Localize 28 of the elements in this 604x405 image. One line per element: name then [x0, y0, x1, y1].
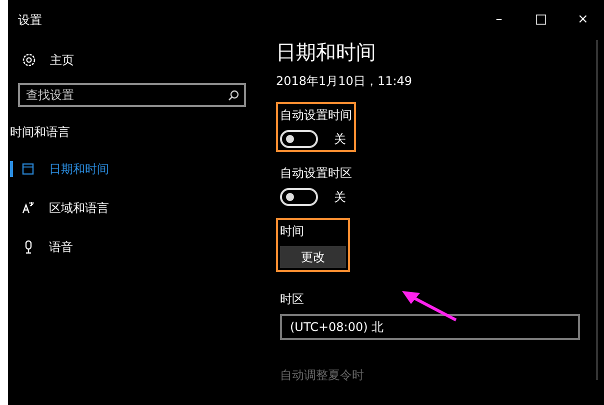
setting-label: 自动设置时区 [280, 165, 352, 182]
current-date-time: 2018年1月10日，11:49 [276, 73, 414, 90]
search-field[interactable]: 查找设置 [18, 83, 246, 107]
calendar-icon [22, 162, 35, 175]
close-button[interactable]: × [562, 10, 604, 30]
settings-icon [22, 52, 36, 66]
sidebar-item[interactable]: 日期和时间 [10, 149, 246, 188]
setting-label: 时区 [280, 291, 304, 308]
toggle-switch[interactable] [280, 188, 318, 206]
toggle-state: 关 [334, 189, 346, 206]
sidebar-item[interactable]: 语音 [18, 227, 246, 266]
section-heading: 时间和语言 [10, 124, 71, 141]
change-button[interactable]: 更改 [280, 246, 346, 268]
toggle-switch[interactable] [280, 130, 318, 148]
home-link[interactable]: 主页 [18, 40, 246, 79]
search-icon[interactable] [228, 90, 239, 101]
toggle-state: 关 [334, 131, 346, 148]
language-icon [22, 201, 35, 214]
setting-label: 自动设置时间 [280, 107, 352, 124]
window-title: 设置 [18, 12, 42, 29]
setting-label: 自动调整夏令时 [280, 367, 364, 384]
time-zone-dropdown[interactable]: (UTC+08:00) 北 [280, 314, 580, 340]
sidebar-item[interactable]: 区域和语言 [18, 188, 246, 227]
setting-label: 时间 [280, 223, 304, 240]
maximize-button[interactable]: □ [520, 10, 562, 30]
minimize-button[interactable]: – [478, 10, 520, 30]
annotation-arrow [402, 291, 457, 322]
page-title: 日期和时间 [276, 40, 377, 64]
